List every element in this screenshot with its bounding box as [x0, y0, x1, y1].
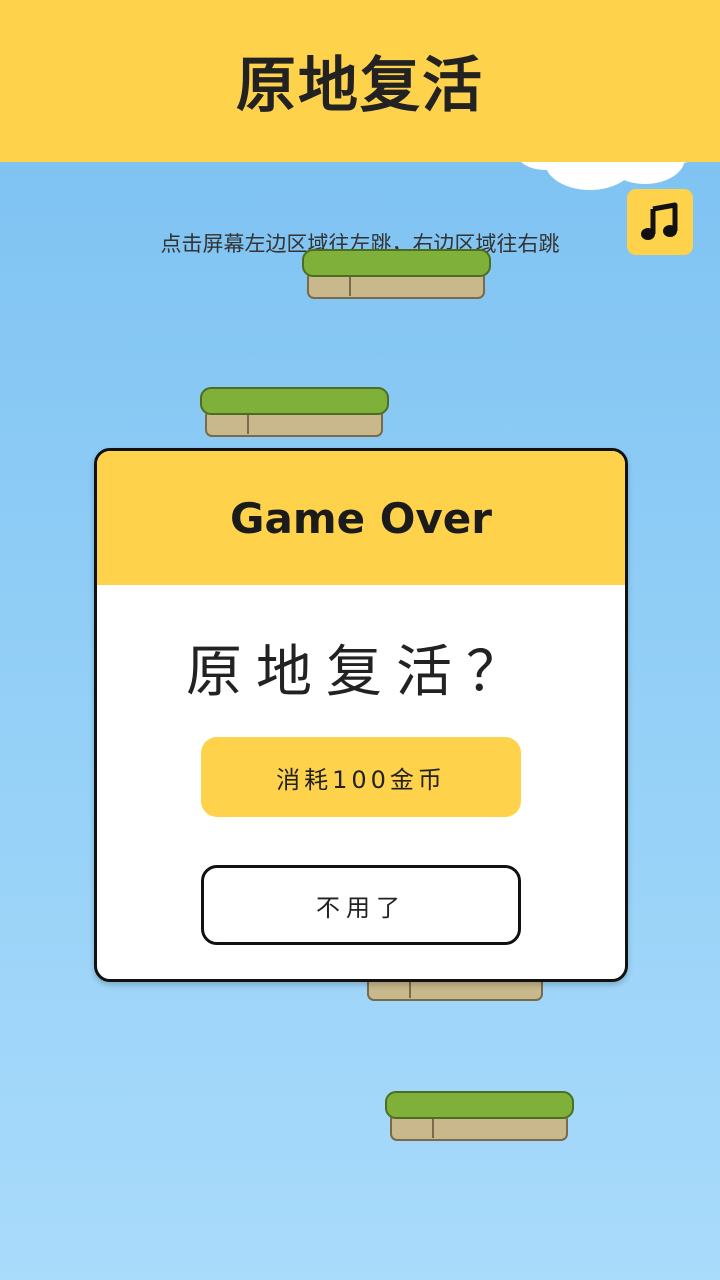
revive-question: 原地复活？ — [186, 640, 536, 705]
revive-with-coins-button[interactable]: 消耗100金币 — [201, 737, 521, 817]
revive-button-label: 消耗100金币 — [276, 765, 446, 794]
game-over-dialog: Game Over 原地复活？ 消耗100金币 不用了 — [94, 448, 628, 982]
dialog-title: Game Over — [230, 493, 492, 543]
decline-revive-button[interactable]: 不用了 — [201, 865, 521, 945]
music-note-icon — [641, 202, 678, 240]
top-bar: 原地复活 — [0, 0, 720, 162]
music-toggle-button[interactable] — [627, 189, 693, 255]
platform — [302, 249, 491, 299]
platform — [200, 387, 389, 437]
dialog-header: Game Over — [97, 451, 625, 585]
platform — [385, 1091, 574, 1141]
page-title: 原地复活 — [236, 50, 484, 121]
decline-button-label: 不用了 — [316, 893, 406, 922]
